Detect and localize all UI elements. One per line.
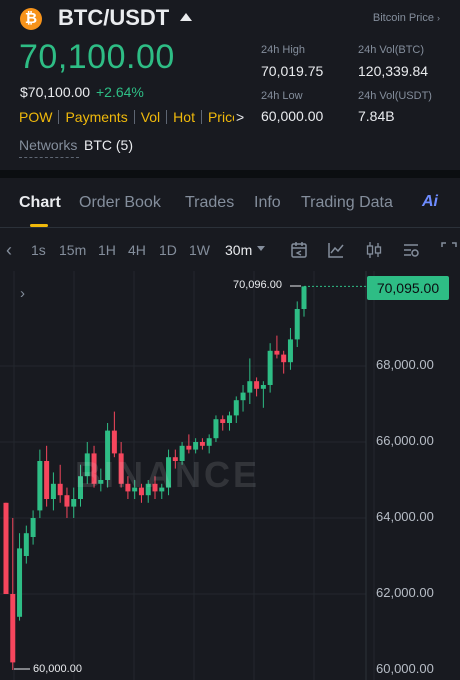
active-tab-indicator	[30, 224, 48, 227]
candle-body	[287, 339, 293, 363]
watermark-logo: BINANCE	[75, 454, 261, 495]
candle-body	[260, 385, 266, 389]
stat-vol-btc-value: 120,339.84	[358, 63, 429, 79]
y-axis-tick: 66,000.00	[376, 433, 434, 448]
candle-body	[301, 286, 307, 309]
candle-body	[23, 533, 29, 556]
candle-body	[193, 442, 199, 450]
timeframe-1d[interactable]: 1D	[159, 242, 177, 258]
stat-vol-btc-label: 24h Vol(BTC)	[358, 44, 425, 56]
tag-divider	[133, 110, 135, 124]
pair-title[interactable]: BTC/USDT	[58, 5, 169, 31]
candle-body	[37, 461, 43, 511]
y-axis-tick: 62,000.00	[376, 585, 434, 600]
tag-vol[interactable]: Vol	[141, 109, 160, 125]
candle-body	[206, 438, 212, 446]
y-axis-tick: 68,000.00	[376, 357, 434, 372]
candle-body	[294, 309, 300, 340]
ai-button[interactable]: Ai	[422, 193, 438, 211]
low-price-annotation: 60,000.00	[33, 663, 82, 675]
candle-body	[227, 415, 232, 423]
y-axis-tick: 60,000.00	[376, 661, 434, 676]
candle-body	[213, 419, 219, 439]
fullscreen-icon[interactable]	[440, 241, 458, 259]
price-chart[interactable]: BINANCE › 70,095.00 68,000.00 66,000.00 …	[0, 271, 460, 680]
candle-type-icon[interactable]	[365, 241, 383, 259]
timeframe-15m[interactable]: 15m	[59, 242, 86, 258]
high-price-annotation: 70,096.00	[233, 279, 282, 291]
bitcoin-logo-icon: ₿	[20, 8, 42, 30]
candle-body	[111, 430, 117, 454]
networks-label[interactable]: Networks	[19, 137, 77, 153]
candle-body	[233, 400, 239, 416]
candle-body	[220, 419, 226, 423]
index-price-link[interactable]: Bitcoin Price ›	[373, 12, 440, 24]
candle-body	[281, 354, 287, 363]
fiat-price: $70,100.00	[20, 84, 91, 100]
price-change-percent: +2.64%	[96, 84, 144, 100]
candle-body	[267, 350, 273, 385]
timeframe-toolbar: ‹ 1s 15m 1H 4H 1D 1W 30m	[0, 229, 460, 271]
tag-divider	[166, 110, 168, 124]
calendar-icon[interactable]	[290, 241, 308, 259]
tag-divider	[58, 110, 60, 124]
tab-trading-data[interactable]: Trading Data	[301, 194, 393, 212]
tags-more-icon[interactable]: >	[234, 109, 245, 125]
candle-body	[247, 381, 253, 393]
timeframe-1h[interactable]: 1H	[98, 242, 116, 258]
candle-body	[274, 350, 280, 355]
chevron-right-icon: ›	[437, 13, 440, 23]
timeframe-30m[interactable]: 30m	[225, 242, 252, 258]
settings-icon[interactable]	[402, 241, 420, 259]
expand-chevron-icon[interactable]: ›	[20, 285, 25, 302]
stat-high-value: 70,019.75	[261, 63, 324, 79]
stat-low-label: 24h Low	[261, 90, 303, 102]
indicator-icon[interactable]	[327, 241, 345, 259]
candle-body	[17, 548, 23, 617]
timeframe-4h[interactable]: 4H	[128, 242, 146, 258]
tab-info[interactable]: Info	[254, 194, 281, 212]
candle-body	[10, 594, 16, 663]
candle-body	[64, 495, 70, 507]
tag-divider	[200, 110, 202, 124]
timeframe-1s[interactable]: 1s	[31, 242, 46, 258]
tab-order-book[interactable]: Order Book	[79, 194, 161, 212]
candle-body	[44, 461, 50, 499]
last-price: 70,100.00	[19, 38, 175, 76]
candle-body	[3, 502, 9, 594]
timeframe-1w[interactable]: 1W	[189, 242, 210, 258]
caret-down-icon[interactable]	[257, 246, 265, 251]
candle-body	[186, 445, 192, 450]
tag-list: POWPaymentsVolHotPrice P	[19, 109, 244, 127]
candle-body	[240, 392, 246, 401]
tab-bar: Chart Order Book Trades Info Trading Dat…	[0, 178, 460, 228]
candle-body	[199, 442, 205, 446]
chevron-left-icon[interactable]: ‹	[6, 240, 12, 261]
candle-body	[30, 518, 36, 537]
stat-high-label: 24h High	[261, 44, 306, 56]
caret-up-icon[interactable]	[180, 13, 192, 21]
section-divider	[0, 170, 460, 178]
stat-vol-usdt-label: 24h Vol(USDT)	[358, 90, 432, 102]
current-price-tag: 70,095.00	[367, 276, 449, 300]
ticker-header: ₿ BTC/USDT Bitcoin Price › 70,100.00 $70,…	[0, 0, 460, 170]
stat-low-value: 60,000.00	[261, 108, 324, 124]
candle-body	[57, 483, 63, 496]
tag-payments[interactable]: Payments	[65, 109, 127, 125]
candle-body	[50, 483, 56, 499]
y-axis-tick: 64,000.00	[376, 509, 434, 524]
candle-body	[254, 381, 260, 389]
stat-vol-usdt-value: 7.84B	[358, 108, 395, 124]
tab-chart[interactable]: Chart	[19, 194, 61, 212]
tag-pow[interactable]: POW	[19, 109, 52, 125]
networks-value: BTC (5)	[84, 137, 133, 153]
tag-hot[interactable]: Hot	[173, 109, 195, 125]
tab-trades[interactable]: Trades	[185, 194, 234, 212]
candle-body	[71, 499, 77, 507]
networks-underline	[19, 157, 79, 158]
